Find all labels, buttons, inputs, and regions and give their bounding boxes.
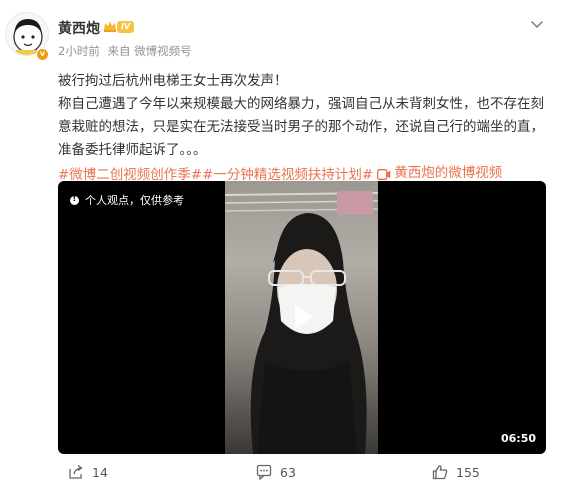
- verified-badge-icon: v: [36, 48, 49, 61]
- post-source: 来自 微博视频号: [107, 44, 192, 58]
- weibo-post-card: v 黄西炮 IV 2小时前 来自 微博视频号 被行拘过后杭州电梯王女士再次发声！…: [0, 0, 568, 488]
- post-content: 被行拘过后杭州电梯王女士再次发声！ 称自己遭遇了今年以来规模最大的网络暴力，强调…: [58, 70, 554, 187]
- video-overlay-label: 个人观点，仅供参考: [70, 192, 184, 208]
- post-line-1: 被行拘过后杭州电梯王女士再次发声！: [58, 73, 288, 89]
- like-button[interactable]: 155: [432, 464, 480, 480]
- level-badge: IV: [117, 21, 135, 33]
- play-icon[interactable]: [287, 302, 317, 332]
- comment-icon: [256, 464, 272, 480]
- post-meta: 2小时前 来自 微博视频号: [58, 43, 196, 59]
- share-count: 14: [92, 464, 108, 480]
- post-actions: 14 63 155: [58, 464, 546, 484]
- video-player[interactable]: 个人观点，仅供参考 06:50: [58, 181, 546, 454]
- info-icon: [70, 194, 79, 205]
- like-icon: [432, 465, 448, 480]
- video-overlay-text: 个人观点，仅供参考: [85, 194, 184, 207]
- comment-count: 63: [280, 464, 296, 480]
- video-duration: 06:50: [500, 432, 536, 445]
- like-count: 155: [456, 464, 480, 480]
- share-icon: [69, 464, 83, 479]
- comment-button[interactable]: 63: [256, 464, 296, 480]
- share-button[interactable]: 14: [68, 464, 108, 480]
- crown-icon: [104, 21, 116, 32]
- username[interactable]: 黄西炮: [58, 18, 100, 38]
- more-chevron-icon[interactable]: [527, 14, 547, 34]
- post-time[interactable]: 2小时前: [58, 44, 100, 58]
- video-link-icon: [377, 169, 391, 180]
- post-line-2: 称自己遭遇了今年以来规模最大的网络暴力，强调自己从未背刺女性，也不存在刻意栽赃的…: [58, 96, 544, 158]
